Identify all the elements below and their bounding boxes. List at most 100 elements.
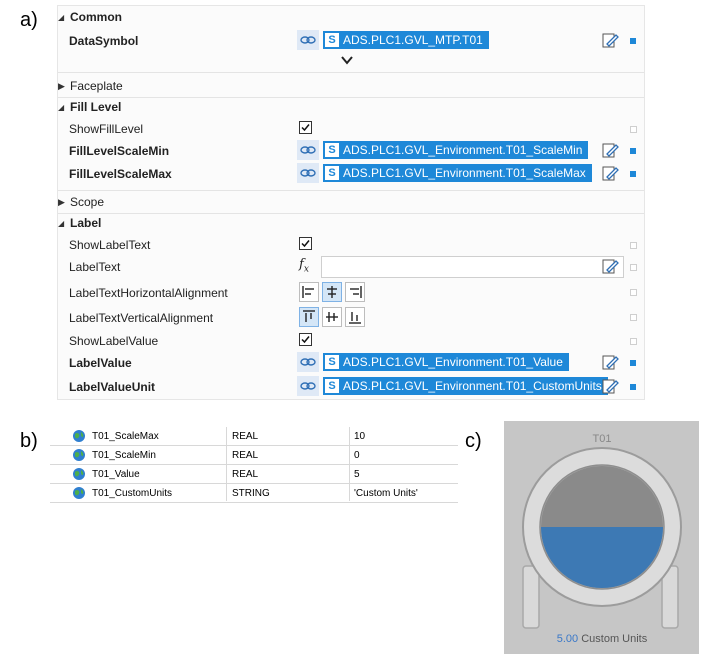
panel-label-b: b) (20, 430, 38, 452)
variable-type: REAL (232, 469, 259, 480)
labeltext-input[interactable] (321, 256, 624, 278)
align-top-button[interactable] (299, 307, 319, 327)
table-row[interactable]: T01_ScaleMax REAL 10 (50, 427, 458, 446)
table-row[interactable]: T01_Value REAL 5 (50, 465, 458, 484)
link-icon[interactable] (297, 140, 319, 160)
symbol-text: ADS.PLC1.GVL_Environment.T01_Value (343, 355, 563, 369)
property-label-showlabelvalue: ShowLabelValue (69, 334, 159, 348)
variable-value: 5 (354, 469, 360, 480)
table-row[interactable]: T01_ScaleMin REAL 0 (50, 446, 458, 465)
symbol-badge: S (325, 355, 339, 369)
symbol-badge: S (325, 33, 339, 47)
property-row-showlabeltext: ShowLabelText (58, 235, 644, 255)
property-label-showfilllevel: ShowFillLevel (69, 122, 144, 136)
property-label-hAlign: LabelTextHorizontalAlignment (69, 286, 228, 300)
align-middle-button[interactable] (322, 307, 342, 327)
checkbox-showlabeltext[interactable] (299, 237, 312, 250)
globe-icon (72, 486, 86, 503)
binding-indicator (630, 384, 636, 390)
property-row-labeltext: LabelText fx (58, 256, 644, 278)
property-label-vAlign: LabelTextVerticalAlignment (69, 311, 214, 325)
align-bottom-button[interactable] (345, 307, 365, 327)
symbol-value-filllevelscalemax[interactable]: S ADS.PLC1.GVL_Environment.T01_ScaleMax (323, 164, 592, 182)
property-label-labeltext: LabelText (69, 260, 121, 274)
variable-value: 10 (354, 431, 366, 442)
symbol-value-filllevelscalemin[interactable]: S ADS.PLC1.GVL_Environment.T01_ScaleMin (323, 141, 589, 159)
expand-row[interactable] (58, 54, 644, 68)
variable-name: T01_CustomUnits (92, 488, 173, 499)
tank-leg-left (522, 565, 540, 629)
divider (58, 72, 644, 73)
section-scope-title: Scope (70, 195, 105, 209)
variable-name: T01_ScaleMax (92, 431, 159, 442)
collapse-triangle-icon[interactable]: ◢ (58, 103, 64, 112)
globe-icon (72, 467, 86, 484)
globe-icon (72, 448, 86, 465)
collapse-triangle-icon[interactable]: ◢ (58, 13, 64, 22)
collapse-triangle-icon[interactable]: ◢ (58, 219, 64, 228)
align-left-button[interactable] (299, 282, 319, 302)
symbol-value-labelvalue[interactable]: S ADS.PLC1.GVL_Environment.T01_Value (323, 353, 569, 371)
variable-type: REAL (232, 450, 259, 461)
section-fill-level[interactable]: ◢ Fill Level (58, 100, 644, 116)
property-row-filllevelscalemax: FillLevelScaleMax S ADS.PLC1.GVL_Environ… (58, 163, 644, 185)
binding-indicator (630, 338, 637, 345)
variable-name: T01_ScaleMin (92, 450, 156, 461)
checkbox-showlabelvalue[interactable] (299, 333, 312, 346)
edit-icon[interactable] (601, 257, 619, 278)
property-row-showfilllevel: ShowFillLevel (58, 119, 644, 139)
binding-indicator (630, 264, 637, 271)
divider (58, 190, 644, 191)
checkbox-showfilllevel[interactable] (299, 121, 312, 134)
section-scope[interactable]: ▶ Scope (58, 195, 644, 211)
function-icon[interactable]: fx (299, 257, 319, 277)
divider (58, 213, 644, 214)
property-row-labeltextverticalalignment: LabelTextVerticalAlignment (58, 306, 644, 328)
section-common-title: Common (70, 10, 122, 24)
property-label-labelvalue: LabelValue (69, 356, 132, 370)
table-row[interactable]: T01_CustomUnits STRING 'Custom Units' (50, 484, 458, 503)
edit-icon[interactable] (601, 377, 619, 398)
section-fill-level-title: Fill Level (70, 100, 122, 114)
binding-indicator (630, 314, 637, 321)
link-icon[interactable] (297, 376, 319, 396)
tank-unit: Custom Units (581, 633, 648, 645)
binding-indicator (630, 171, 636, 177)
tank-faceplate[interactable]: T01 5.00 Custom Units (504, 421, 699, 654)
property-label-labelvalueunit: LabelValueUnit (69, 380, 156, 394)
property-row-showlabelvalue: ShowLabelValue (58, 331, 644, 351)
link-icon[interactable] (297, 163, 319, 183)
symbol-badge: S (325, 166, 339, 180)
link-icon[interactable] (297, 30, 319, 50)
variable-value: 0 (354, 450, 360, 461)
edit-icon[interactable] (601, 31, 619, 52)
tank-title: T01 (593, 433, 612, 445)
divider (58, 97, 644, 98)
section-faceplate[interactable]: ▶ Faceplate (58, 79, 644, 95)
variable-name: T01_Value (92, 469, 140, 480)
property-grid: ◢ Common DataSymbol S ADS.PLC1.GVL_MTP.T… (57, 5, 645, 400)
expand-triangle-icon[interactable]: ▶ (58, 197, 65, 208)
expand-triangle-icon[interactable]: ▶ (58, 81, 65, 92)
chevron-down-icon[interactable] (341, 54, 353, 68)
variable-value: 'Custom Units' (354, 488, 418, 499)
property-label-filllevelscalemin: FillLevelScaleMin (69, 144, 170, 158)
symbol-value-datasymbol[interactable]: S ADS.PLC1.GVL_MTP.T01 (323, 31, 489, 49)
property-row-labeltexthorizontalalignment: LabelTextHorizontalAlignment (58, 281, 644, 303)
edit-icon[interactable] (601, 353, 619, 374)
edit-icon[interactable] (601, 141, 619, 162)
symbol-text: ADS.PLC1.GVL_Environment.T01_CustomUnits (343, 379, 602, 393)
link-icon[interactable] (297, 352, 319, 372)
variable-type: REAL (232, 431, 259, 442)
edit-icon[interactable] (601, 164, 619, 185)
align-center-button[interactable] (322, 282, 342, 302)
section-label[interactable]: ◢ Label (58, 216, 644, 232)
property-row-datasymbol: DataSymbol S ADS.PLC1.GVL_MTP.T01 (58, 30, 644, 52)
tank-graphic: T01 5.00 Custom Units (522, 433, 682, 645)
section-common[interactable]: ◢ Common (58, 10, 644, 26)
property-row-labelvalue: LabelValue S ADS.PLC1.GVL_Environment.T0… (58, 352, 644, 374)
binding-indicator (630, 360, 636, 366)
align-right-button[interactable] (345, 282, 365, 302)
tank-value: 5.00 (557, 633, 578, 645)
symbol-value-labelvalueunit[interactable]: S ADS.PLC1.GVL_Environment.T01_CustomUni… (323, 377, 608, 395)
